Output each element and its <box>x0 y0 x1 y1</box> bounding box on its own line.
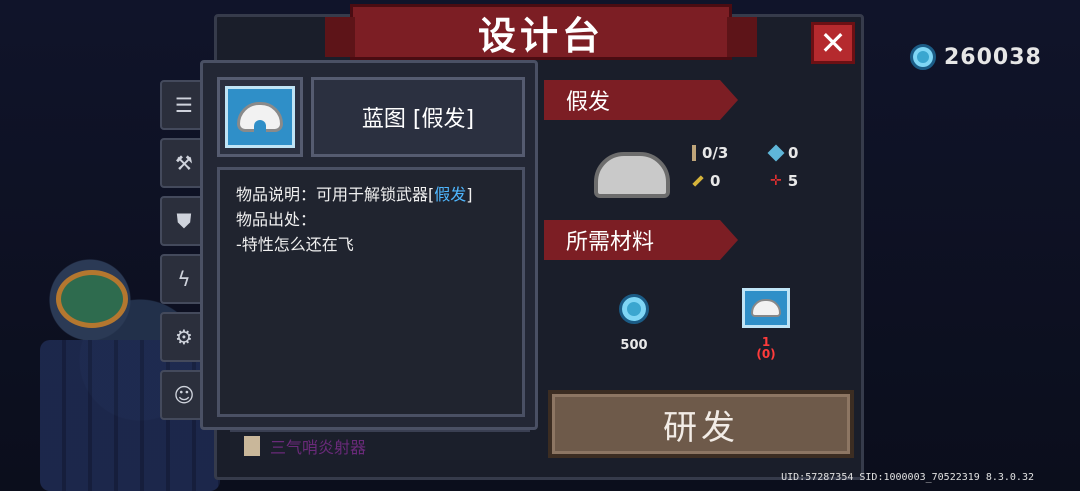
lightning-icon: ϟ <box>177 267 191 291</box>
crit-icon <box>692 175 704 187</box>
character-icon <box>244 436 260 456</box>
item-name: 蓝图 [假发] <box>311 77 525 157</box>
blueprint-icon <box>742 288 790 328</box>
wig-icon <box>751 299 781 317</box>
gem-icon <box>910 44 936 70</box>
gem-icon <box>619 294 649 324</box>
item-icon-box <box>217 77 303 157</box>
blueprint-icon <box>225 86 295 148</box>
background-cauldron <box>56 270 128 328</box>
wig-icon <box>237 102 283 132</box>
list-item-label: 三气哨炎射器 <box>270 438 367 457</box>
material-gem: 500 <box>614 294 654 353</box>
weapon-stats: 0/3 0 0 ✛ 5 <box>692 144 828 200</box>
wig-weapon-icon <box>594 152 670 198</box>
material-count: 500 <box>620 338 648 353</box>
weapon-name: 假发 <box>566 90 611 115</box>
weapon-link[interactable]: 假发 <box>434 185 466 204</box>
close-icon: ✕ <box>819 24 847 62</box>
trait-line: -特性怎么还在飞 <box>236 235 354 254</box>
weapon-name-banner: 假发 <box>544 80 738 120</box>
item-detail-popup: 蓝图 [假发] 物品说明：可用于解锁武器[假发] 物品出处： -特性怎么还在飞 <box>200 60 538 430</box>
crosshair-icon: ✛ <box>770 173 782 189</box>
source-line: 物品出处： <box>236 210 317 229</box>
currency-value: 260038 <box>944 44 1042 70</box>
research-button[interactable]: 研发 <box>548 390 854 458</box>
crit-stat: 0 <box>692 172 750 190</box>
sword-icon <box>692 145 696 161</box>
materials-list: 500 1 (0) <box>544 280 854 380</box>
armor-icon: ⛊ <box>176 209 192 233</box>
materials-banner: 所需材料 <box>544 220 738 260</box>
item-description: 物品说明：可用于解锁武器[假发] 物品出处： -特性怎么还在飞 <box>217 167 525 417</box>
list-item[interactable]: 三气哨炎射器 <box>230 430 530 460</box>
material-owned: (0) <box>756 347 776 361</box>
material-blueprint: 1 (0) <box>738 288 794 360</box>
close-button[interactable]: ✕ <box>811 22 855 64</box>
description-line: 物品说明：可用于解锁武器[假发] <box>236 185 473 204</box>
attack-stat: 0/3 <box>692 144 750 162</box>
uid-text: UID:57287354 SID:1000003_70522319 8.3.0.… <box>781 472 1034 483</box>
currency-display: 260038 <box>910 44 1042 70</box>
hammer-icon: ⚒ <box>175 151 193 175</box>
list-icon: ☰ <box>175 93 193 117</box>
title-banner: 设计台 <box>325 4 757 60</box>
page-title: 设计台 <box>477 13 604 58</box>
accuracy-stat: ✛ 5 <box>770 172 799 190</box>
gear-icon: ⚙ <box>175 325 193 349</box>
character-icon: ☺ <box>173 383 195 407</box>
energy-icon <box>767 144 785 162</box>
materials-header: 所需材料 <box>566 230 655 255</box>
energy-stat: 0 <box>767 144 828 162</box>
